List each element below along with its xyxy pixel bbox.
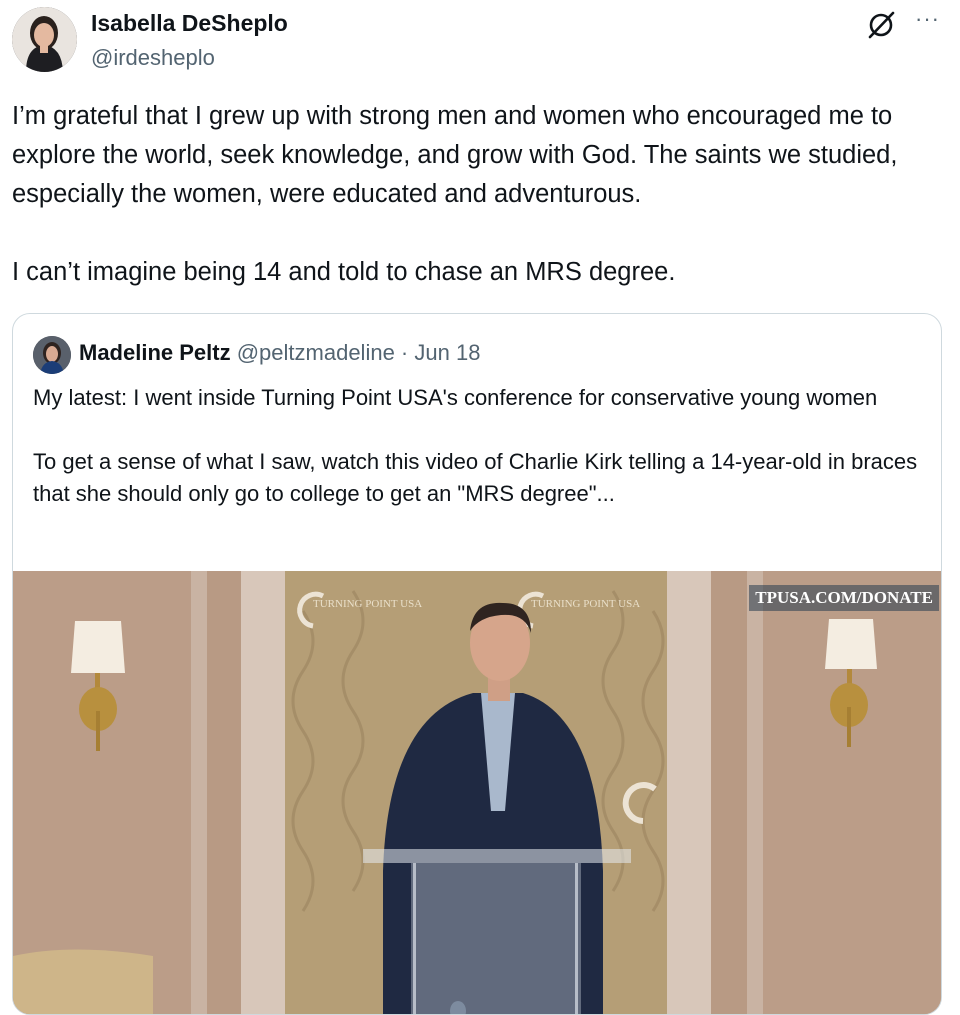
tweet-paragraph-2: I can’t imagine being 14 and told to cha… — [12, 258, 676, 286]
quote-author-avatar — [33, 336, 71, 374]
grok-icon[interactable] — [866, 10, 896, 40]
quote-text: My latest: I went inside Turning Point U… — [33, 382, 923, 510]
video-frame-image: TURNING POINT USA TURNING POINT USA — [13, 571, 941, 1014]
quote-paragraph-1: My latest: I went inside Turning Point U… — [33, 385, 878, 410]
quote-author-name: Madeline Peltz — [79, 340, 231, 365]
backdrop-logo-left: TURNING POINT USA — [313, 598, 422, 610]
author-name[interactable]: Isabella DeSheplo — [91, 10, 288, 37]
quoted-tweet-card[interactable]: Madeline Peltz @peltzmadeline · Jun 18 M… — [12, 313, 942, 1015]
quote-author-handle: @peltzmadeline — [236, 340, 395, 365]
author-handle[interactable]: @irdesheplo — [91, 45, 215, 71]
quote-date: Jun 18 — [414, 340, 481, 365]
tweet-paragraph-1: I’m grateful that I grew up with strong … — [12, 102, 898, 208]
quote-paragraph-2: To get a sense of what I saw, watch this… — [33, 449, 918, 506]
quote-video-thumbnail[interactable]: TURNING POINT USA TURNING POINT USA TPUS… — [13, 571, 941, 1014]
quote-header: Madeline Peltz @peltzmadeline · Jun 18 — [79, 340, 480, 366]
more-icon[interactable]: ··· — [915, 6, 940, 32]
quote-separator: · — [394, 340, 415, 365]
tweet-text: I’m grateful that I grew up with strong … — [12, 97, 942, 292]
author-avatar[interactable] — [12, 7, 77, 72]
video-watermark: TPUSA.COM/DONATE — [749, 585, 939, 611]
backdrop-logo-right: TURNING POINT USA — [531, 598, 640, 610]
